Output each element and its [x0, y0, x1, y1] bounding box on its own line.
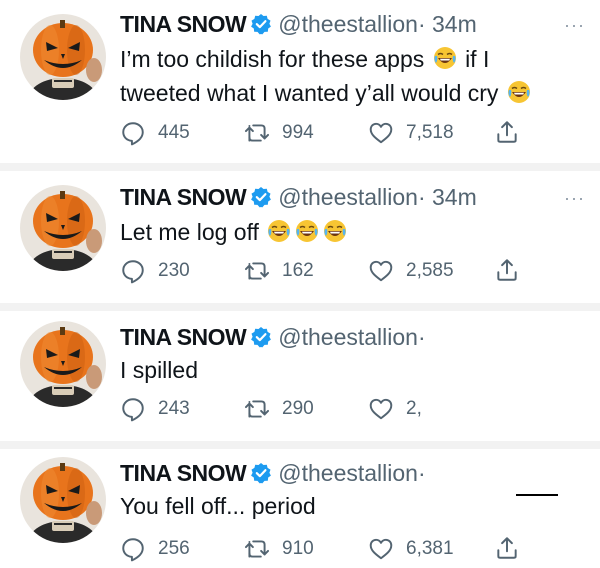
reply-count: 445: [158, 122, 190, 143]
share-button[interactable]: [494, 535, 520, 563]
avatar[interactable]: [20, 321, 106, 407]
retweet-icon: [244, 258, 270, 284]
tweet-header: TINA SNOW @theestallion·: [120, 459, 426, 487]
tweet-divider: [0, 303, 600, 311]
tweet[interactable]: TINA SNOW @theestallion· You fell off... …: [0, 449, 600, 568]
pumpkin-avatar-icon: [20, 321, 106, 407]
user-handle[interactable]: @theestallion: [278, 11, 418, 37]
laughing-emoji-icon: [507, 80, 531, 104]
user-handle[interactable]: @theestallion: [278, 460, 418, 486]
more-icon[interactable]: ···: [564, 16, 586, 34]
like-count: 7,518: [406, 122, 454, 143]
tweet-text-line: if I: [465, 46, 490, 72]
like-icon: [368, 536, 394, 562]
tweet-text: Let me log off: [120, 215, 349, 249]
reply-button[interactable]: 243: [120, 395, 190, 423]
tweet-text: I’m too childish for these apps if I twe…: [120, 42, 533, 110]
pumpkin-avatar-icon: [20, 457, 106, 543]
user-handle[interactable]: @theestallion: [278, 184, 418, 210]
share-button[interactable]: [494, 257, 520, 285]
reply-icon: [120, 258, 146, 284]
display-name[interactable]: TINA SNOW: [120, 11, 247, 37]
reply-count: 243: [158, 398, 190, 419]
like-button[interactable]: 7,518: [368, 119, 454, 147]
retweet-icon: [244, 120, 270, 146]
tweet-header: TINA SNOW @theestallion· 34m: [120, 10, 477, 38]
tweet-text-line: Let me log off: [120, 219, 259, 245]
tweet-text: You fell off... period: [120, 489, 316, 523]
verified-badge-icon: [250, 186, 272, 208]
tweet-text-line: tweeted what I wanted y’all would cry: [120, 80, 499, 106]
reply-icon: [120, 536, 146, 562]
retweet-button[interactable]: 162: [244, 257, 314, 285]
display-name[interactable]: TINA SNOW: [120, 460, 247, 486]
share-icon: [494, 257, 520, 283]
verified-badge-icon: [250, 462, 272, 484]
tweet-header: TINA SNOW @theestallion·: [120, 323, 426, 351]
tweet[interactable]: TINA SNOW @theestallion· 34m ··· Let me l…: [0, 171, 600, 303]
more-icon[interactable]: ···: [564, 189, 586, 207]
tweet-header: TINA SNOW @theestallion· 34m: [120, 183, 477, 211]
retweet-count: 162: [282, 260, 314, 281]
tweet-actions: 243 290 2,: [120, 395, 540, 423]
like-button[interactable]: 2,585: [368, 257, 454, 285]
laughing-emoji-icon: [433, 46, 457, 70]
tweet[interactable]: TINA SNOW @theestallion· 34m ··· I’m too …: [0, 0, 600, 160]
tweet-text: I spilled: [120, 353, 198, 387]
timestamp[interactable]: · 34m: [418, 11, 477, 37]
verified-badge-icon: [250, 13, 272, 35]
tweet-divider: [0, 441, 600, 449]
display-name[interactable]: TINA SNOW: [120, 324, 247, 350]
retweet-icon: [244, 536, 270, 562]
avatar[interactable]: [20, 457, 106, 543]
reply-icon: [120, 396, 146, 422]
tweet-actions: 230 162 2,585: [120, 257, 540, 285]
crop-mark: [516, 494, 558, 496]
tweet-actions: 256 910 6,381: [120, 535, 540, 563]
reply-count: 230: [158, 260, 190, 281]
like-button[interactable]: 2,: [368, 395, 422, 423]
tweet-text-line: You fell off... period: [120, 493, 316, 519]
verified-badge-icon: [250, 326, 272, 348]
pumpkin-avatar-icon: [20, 14, 106, 100]
like-icon: [368, 258, 394, 284]
avatar[interactable]: [20, 185, 106, 271]
timestamp[interactable]: · 34m: [418, 184, 477, 210]
avatar[interactable]: [20, 14, 106, 100]
like-icon: [368, 120, 394, 146]
tweet[interactable]: TINA SNOW @theestallion· I spilled 243 29…: [0, 311, 600, 441]
display-name[interactable]: TINA SNOW: [120, 184, 247, 210]
share-icon: [494, 535, 520, 561]
retweet-icon: [244, 396, 270, 422]
laughing-emoji-icon: [323, 219, 347, 243]
tweet-actions: 445 994 7,518: [120, 119, 540, 147]
pumpkin-avatar-icon: [20, 185, 106, 271]
share-icon: [494, 119, 520, 145]
retweet-button[interactable]: 290: [244, 395, 314, 423]
like-count: 2,: [406, 398, 422, 419]
retweet-count: 290: [282, 398, 314, 419]
like-count: 6,381: [406, 538, 454, 559]
reply-button[interactable]: 256: [120, 535, 190, 563]
tweet-text-line: I’m too childish for these apps: [120, 46, 425, 72]
laughing-emoji-icon: [295, 219, 319, 243]
share-button[interactable]: [494, 119, 520, 147]
retweet-count: 910: [282, 538, 314, 559]
like-count: 2,585: [406, 260, 454, 281]
reply-button[interactable]: 230: [120, 257, 190, 285]
retweet-button[interactable]: 994: [244, 119, 314, 147]
user-handle[interactable]: @theestallion: [278, 324, 418, 350]
tweet-text-line: I spilled: [120, 357, 198, 383]
laughing-emoji-icon: [267, 219, 291, 243]
reply-icon: [120, 120, 146, 146]
retweet-button[interactable]: 910: [244, 535, 314, 563]
reply-count: 256: [158, 538, 190, 559]
like-button[interactable]: 6,381: [368, 535, 454, 563]
timestamp[interactable]: ·: [418, 324, 426, 350]
retweet-count: 994: [282, 122, 314, 143]
tweet-divider: [0, 163, 600, 171]
like-icon: [368, 396, 394, 422]
reply-button[interactable]: 445: [120, 119, 190, 147]
timestamp[interactable]: ·: [418, 460, 426, 486]
